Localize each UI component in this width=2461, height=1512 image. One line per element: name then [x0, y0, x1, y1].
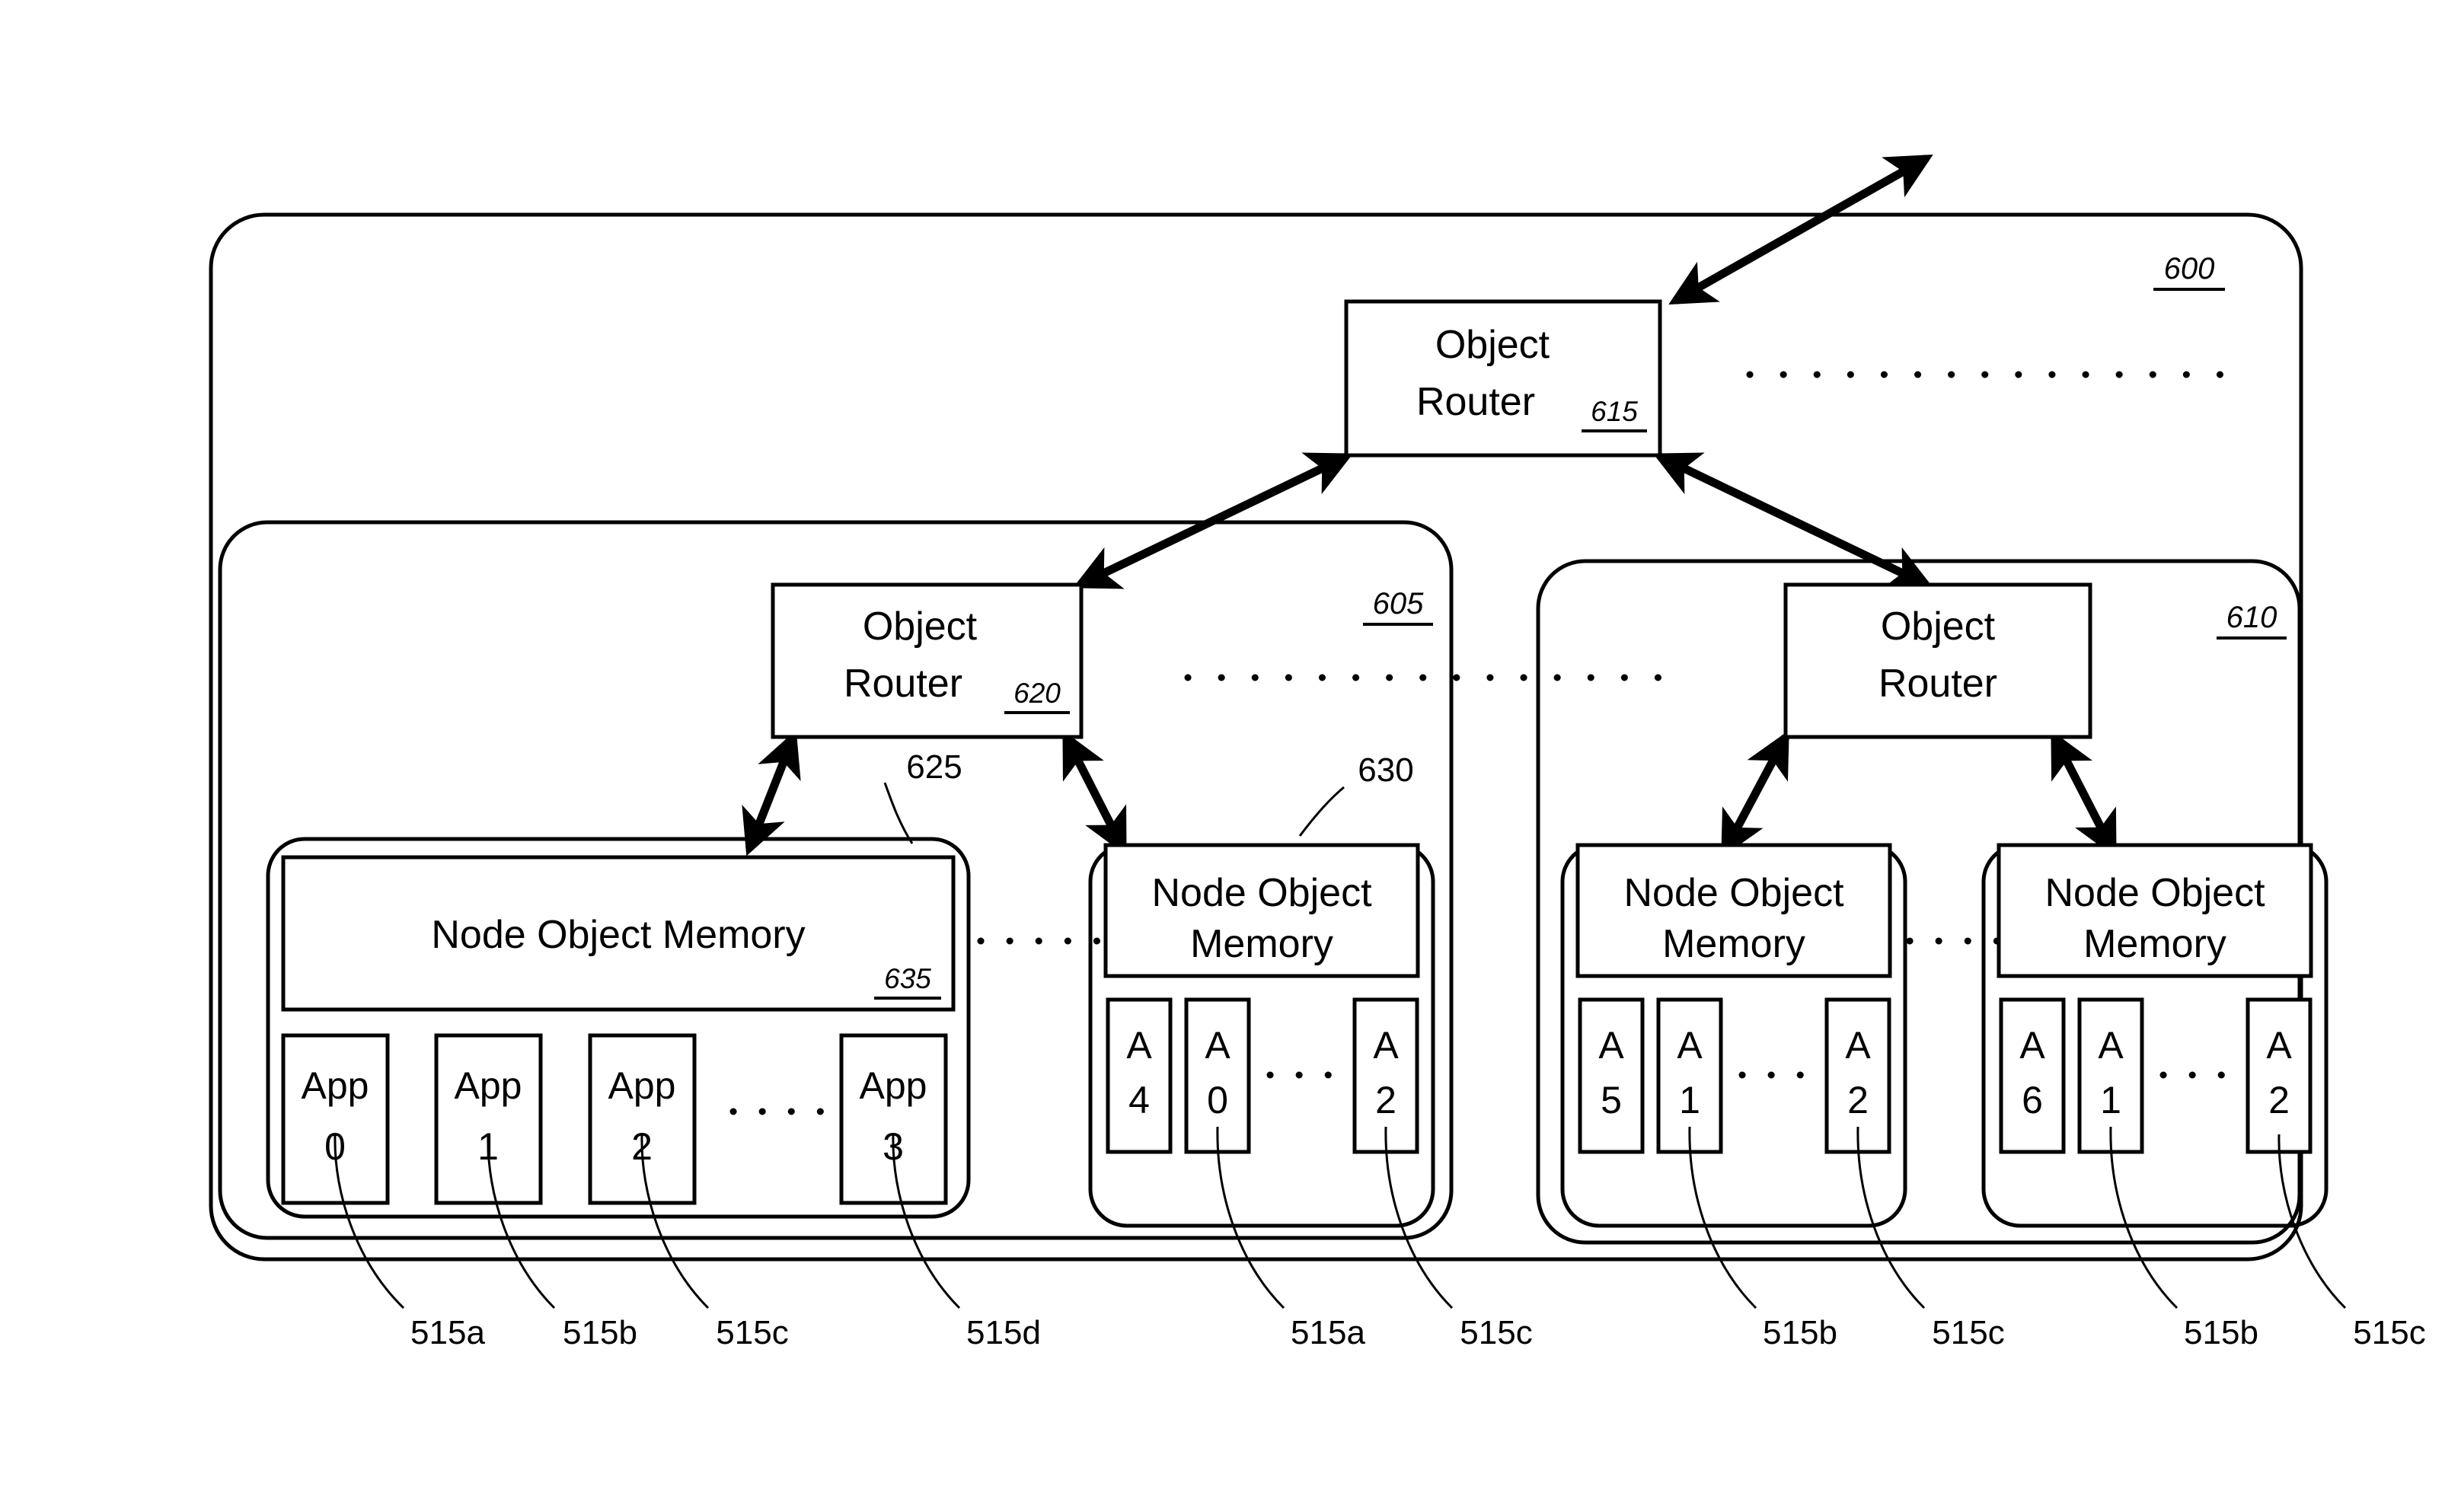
app-cell-2[interactable]: App 2: [588, 1033, 697, 1205]
object-router-615[interactable]: Object Router 615: [1344, 299, 1662, 458]
object-router-620-line1: Object: [863, 604, 978, 649]
app-cell-0-box[interactable]: [281, 1033, 390, 1205]
app-cell-1-box[interactable]: [434, 1033, 543, 1205]
a-cell-4-0-line1: A: [2019, 1024, 2045, 1067]
leader-line-630: [1298, 786, 1345, 837]
a-cell-4-0-line2: 6: [2022, 1079, 2043, 1121]
node-memory-1-ref: 635: [884, 963, 931, 994]
connector-620-to-nom1: [742, 729, 801, 856]
a-cell-4-2-box[interactable]: [2246, 997, 2313, 1154]
a-cell-2-1-line1: A: [1205, 1024, 1230, 1067]
node-memory-2-line2: Memory: [1190, 922, 1333, 966]
a-cell-4-0-box[interactable]: [1999, 997, 2066, 1154]
a-cell-3-2-line1: A: [1845, 1024, 1871, 1067]
a-cell-3-0-line1: A: [1598, 1024, 1624, 1067]
a-cell-2-1-line2: 0: [1207, 1079, 1228, 1121]
callout-515c-2: 515c: [1384, 1126, 1533, 1351]
a-cell-3-0[interactable]: A 5: [1578, 997, 1645, 1154]
patent-figure: 600 605 610 Object Router 615 Object Rou…: [0, 0, 2461, 1512]
a-cell-2-0-line2: 4: [1128, 1079, 1150, 1121]
app-cell-0[interactable]: App 0: [281, 1033, 390, 1205]
ref-label-630: 630: [1358, 751, 1413, 789]
connector-right-router-to-nom3: [1721, 730, 1789, 858]
callout-label-2: 515b: [563, 1314, 637, 1351]
app-cell-3-box[interactable]: [839, 1033, 948, 1205]
node-memory-4-line1: Node Object: [2044, 871, 2265, 915]
object-router-620-ref: 620: [1013, 678, 1061, 709]
callout-label-4: 515d: [966, 1314, 1041, 1351]
a-cell-2-0-line1: A: [1126, 1024, 1152, 1067]
callout-label-1: 515a: [410, 1314, 485, 1351]
app-cell-1-line1: App: [455, 1064, 522, 1107]
app-cell-3[interactable]: App 3: [839, 1033, 948, 1205]
ref-label-605: 605: [1373, 587, 1424, 620]
callout-leader-7: [1688, 1126, 1757, 1309]
object-router-right-line1: Object: [1881, 604, 1996, 649]
node-memory-group-4: Node Object Memory A 6 A 1 A 2: [1981, 843, 2329, 1228]
diagram-canvas: 600 605 610 Object Router 615 Object Rou…: [209, 155, 2426, 1351]
object-router-right[interactable]: Object Router: [1783, 582, 2092, 739]
node-memory-4-line2: Memory: [2083, 922, 2226, 966]
node-memory-group-3: Node Object Memory A 5 A 1 A 2: [1560, 843, 1907, 1228]
callout-label-7: 515b: [1763, 1314, 1837, 1351]
a-cell-4-0[interactable]: A 6: [1999, 997, 2066, 1154]
callout-515b-2: 515b: [1688, 1126, 1837, 1351]
callout-515b-3: 515b: [2109, 1126, 2258, 1351]
a-cell-2-0[interactable]: A 4: [1106, 997, 1173, 1154]
node-memory-group-1: 625 Node Object Memory 635 App 0 App 1 A…: [266, 748, 971, 1219]
connector-615-to-right-router: [1652, 452, 1934, 589]
a-cell-4-1-line2: 1: [2100, 1079, 2121, 1121]
a-cell-2-0-box[interactable]: [1106, 997, 1173, 1154]
ref-label-610: 610: [2226, 601, 2277, 634]
callout-label-6: 515c: [1460, 1314, 1532, 1351]
a-cell-3-1-line1: A: [1677, 1024, 1703, 1067]
object-router-620[interactable]: Object Router 620: [771, 582, 1084, 739]
a-cell-3-0-box[interactable]: [1578, 997, 1645, 1154]
object-router-615-line2: Router: [1416, 380, 1535, 424]
app-cell-0-line1: App: [302, 1064, 369, 1107]
app-cell-1[interactable]: App 1: [434, 1033, 543, 1205]
a-cell-2-2-line1: A: [1373, 1024, 1399, 1067]
callout-label-10: 515c: [2353, 1314, 2425, 1351]
a-cell-4-2[interactable]: A 2: [2246, 997, 2313, 1154]
leader-line-625: [883, 782, 914, 844]
object-router-615-line1: Object: [1435, 323, 1550, 367]
a-cell-4-1-line1: A: [2098, 1024, 2124, 1067]
object-router-615-ref: 615: [1591, 396, 1638, 427]
node-memory-3-line2: Memory: [1662, 922, 1805, 966]
object-router-right-line2: Router: [1878, 662, 1997, 706]
node-memory-3-line1: Node Object: [1623, 871, 1844, 915]
node-memory-2-line1: Node Object: [1151, 871, 1372, 915]
connector-615-to-external: [1668, 155, 1933, 305]
ref-label-600: 600: [2164, 252, 2215, 285]
a-cell-4-2-line2: 2: [2268, 1079, 2290, 1121]
node-memory-group-2: 630 Node Object Memory A 4 A 0 A 2: [1088, 751, 1435, 1228]
object-router-620-line2: Router: [844, 662, 962, 706]
callout-leader-10: [2277, 1134, 2347, 1309]
app-cell-2-line1: App: [608, 1064, 676, 1107]
app-cell-2-box[interactable]: [588, 1033, 697, 1205]
callout-label-9: 515b: [2184, 1314, 2258, 1351]
connector-right-router-to-nom4: [2051, 730, 2117, 858]
a-cell-3-0-line2: 5: [1601, 1079, 1622, 1121]
callout-label-8: 515c: [1932, 1314, 2004, 1351]
a-cell-4-2-line1: A: [2266, 1024, 2292, 1067]
a-cell-2-2-line2: 2: [1375, 1079, 1396, 1121]
callout-leader-9: [2109, 1126, 2179, 1309]
app-cell-3-line1: App: [860, 1064, 927, 1107]
node-memory-1-line1: Node Object Memory: [431, 913, 805, 957]
callout-label-5: 515a: [1291, 1314, 1365, 1351]
connector-620-to-nom2: [1062, 730, 1127, 856]
a-cell-3-1-line2: 1: [1679, 1079, 1700, 1121]
a-cell-3-2-line2: 2: [1847, 1079, 1869, 1121]
callout-label-3: 515c: [716, 1314, 788, 1351]
callout-leader-5: [1216, 1126, 1285, 1309]
ref-label-625: 625: [906, 748, 962, 786]
